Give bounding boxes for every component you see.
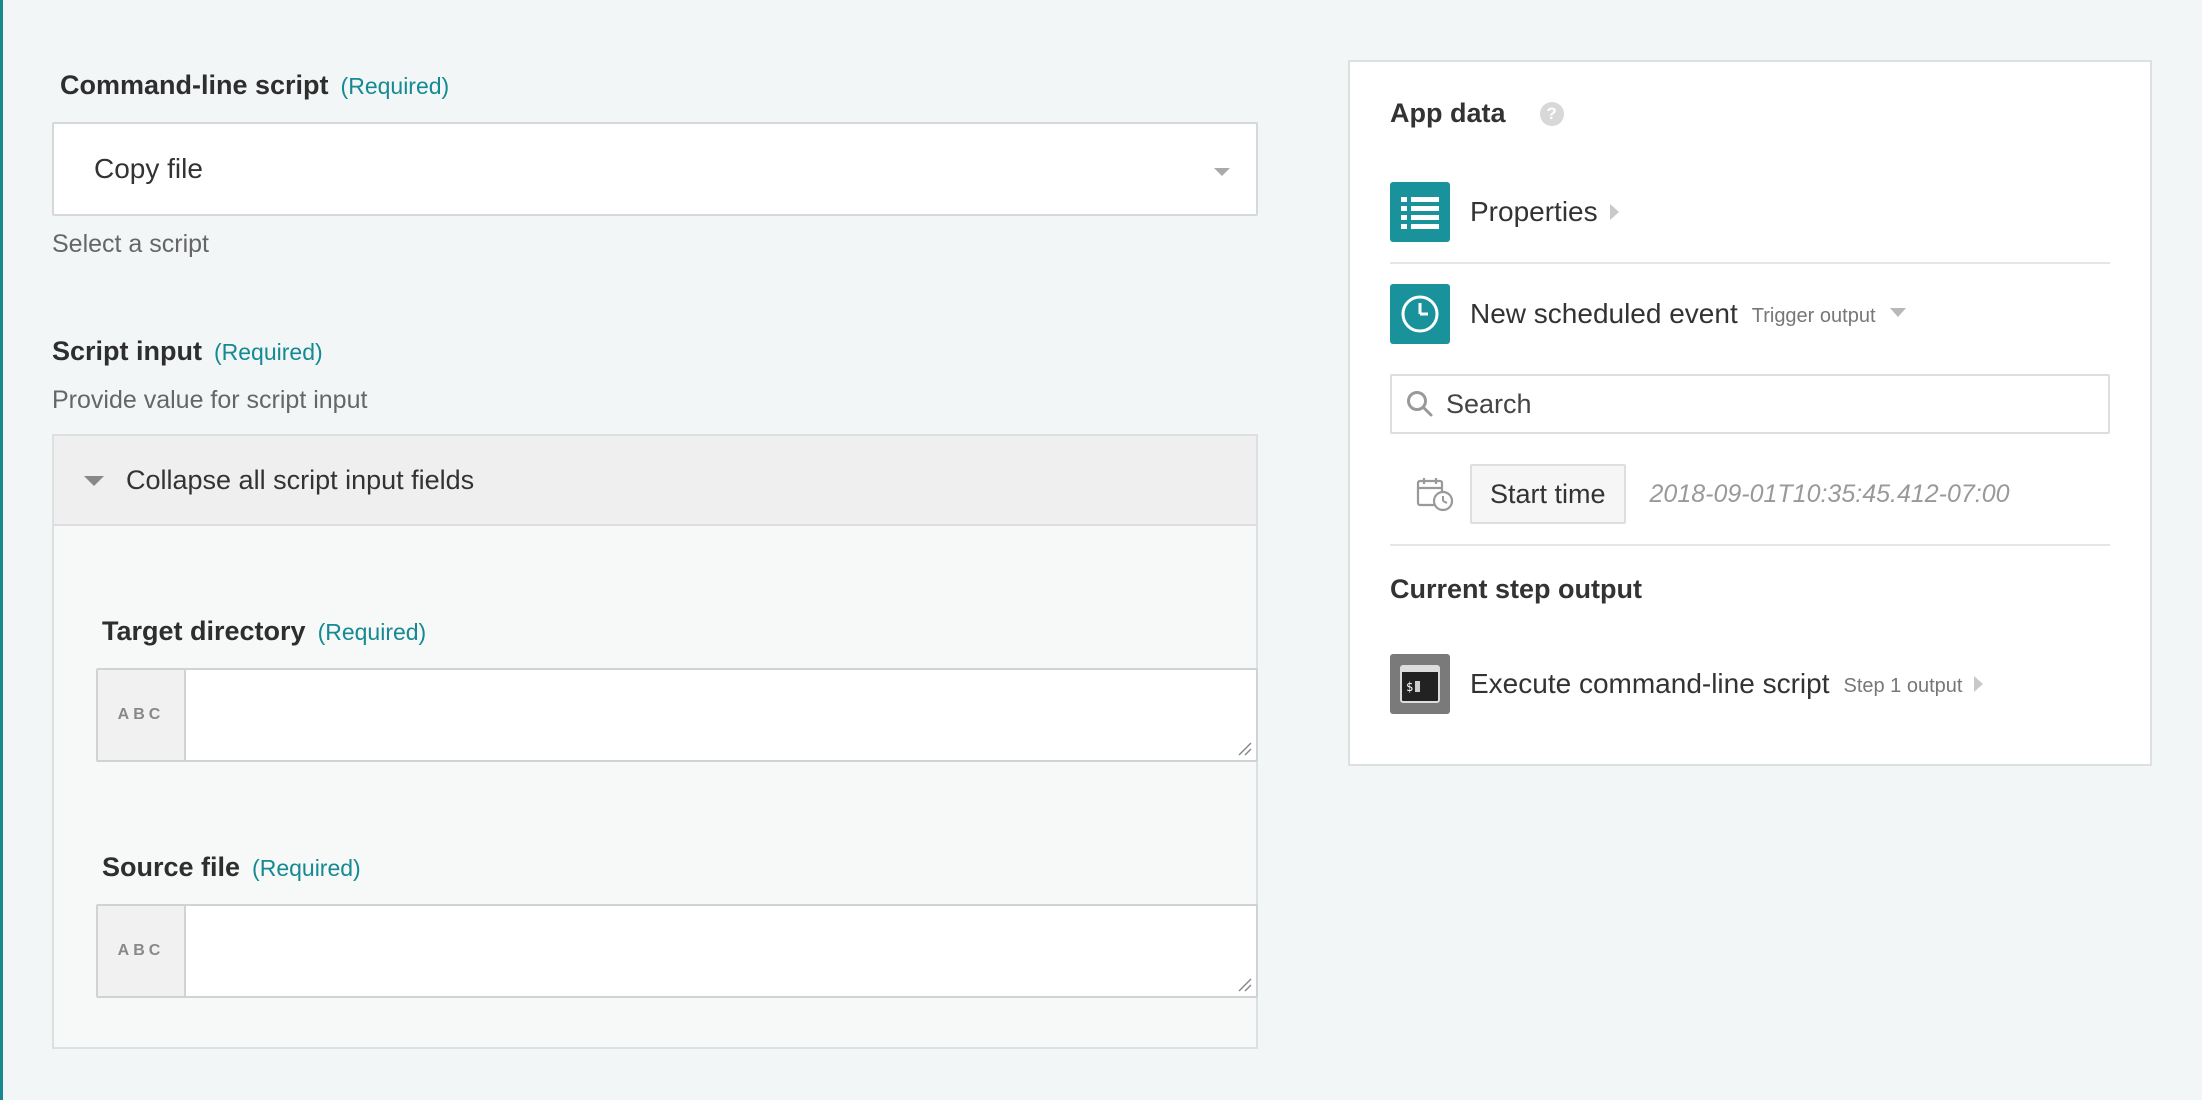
terminal-icon: $ bbox=[1390, 654, 1450, 714]
clock-icon bbox=[1390, 284, 1450, 344]
search-icon bbox=[1407, 391, 1433, 417]
chevron-down-icon bbox=[84, 476, 104, 486]
divider bbox=[1390, 544, 2110, 546]
source-file-input[interactable] bbox=[186, 906, 1256, 996]
script-input-help-text: Provide value for script input bbox=[52, 386, 368, 414]
resize-handle-icon[interactable] bbox=[1236, 740, 1252, 756]
source-file-label: Source file (Required) bbox=[102, 852, 361, 883]
source-file-label-text: Source file bbox=[102, 852, 241, 882]
help-icon[interactable]: ? bbox=[1539, 101, 1564, 126]
source-file-field: ABC bbox=[96, 904, 1258, 998]
terminal-prompt: $ bbox=[1406, 680, 1413, 694]
start-time-value: 2018-09-01T10:35:45.412-07:00 bbox=[1649, 479, 2010, 508]
trigger-label: New scheduled event bbox=[1470, 298, 1738, 329]
chevron-down-icon bbox=[1214, 168, 1230, 176]
trigger-sub-label: Trigger output bbox=[1751, 304, 1876, 327]
command-line-script-label: Command-line script (Required) bbox=[60, 70, 449, 101]
target-directory-label-text: Target directory bbox=[102, 616, 306, 646]
app-data-search[interactable]: Search bbox=[1390, 374, 2110, 434]
command-line-script-label-text: Command-line script bbox=[60, 70, 329, 100]
text-type-badge: ABC bbox=[98, 906, 186, 996]
required-tag: (Required) bbox=[340, 73, 450, 99]
properties-item[interactable]: Properties bbox=[1390, 182, 1619, 242]
current-step-output-title: Current step output bbox=[1390, 574, 1642, 604]
chevron-down-icon bbox=[1889, 307, 1906, 317]
step-output-item[interactable]: $ Execute command-line script Step 1 out… bbox=[1390, 654, 1984, 714]
select-value: Copy file bbox=[94, 153, 203, 184]
target-directory-label: Target directory (Required) bbox=[102, 616, 426, 647]
properties-label: Properties bbox=[1470, 196, 1598, 227]
collapse-all-toggle[interactable]: Collapse all script input fields bbox=[54, 436, 1256, 526]
list-icon bbox=[1390, 182, 1450, 242]
collapse-all-label: Collapse all script input fields bbox=[126, 464, 475, 495]
command-line-script-select[interactable]: Copy file bbox=[52, 122, 1258, 216]
trigger-output-item[interactable]: New scheduled event Trigger output bbox=[1390, 284, 1906, 344]
target-directory-input[interactable] bbox=[186, 670, 1256, 760]
divider bbox=[1390, 262, 2110, 264]
app-data-title-text: App data bbox=[1390, 98, 1506, 128]
start-time-row: Start time 2018-09-01T10:35:45.412-07:00 bbox=[1416, 464, 2010, 524]
resize-handle-icon[interactable] bbox=[1236, 976, 1252, 992]
required-tag: (Required) bbox=[214, 339, 323, 365]
script-input-label: Script input (Required) bbox=[52, 336, 323, 367]
calendar-clock-icon bbox=[1416, 478, 1454, 512]
required-tag: (Required) bbox=[317, 619, 427, 645]
chevron-right-icon bbox=[1609, 204, 1619, 220]
target-directory-field: ABC bbox=[96, 668, 1258, 762]
script-input-label-text: Script input bbox=[52, 336, 202, 366]
text-type-badge: ABC bbox=[98, 670, 186, 760]
app-data-panel: App data ? Properties New scheduled even… bbox=[1348, 60, 2152, 766]
script-input-group: Collapse all script input fields Target … bbox=[52, 434, 1258, 1049]
search-placeholder: Search bbox=[1446, 388, 1532, 419]
select-help-text: Select a script bbox=[52, 230, 210, 258]
left-accent-bar bbox=[0, 0, 3, 1100]
required-tag: (Required) bbox=[252, 855, 361, 881]
step-output-sub-label: Step 1 output bbox=[1843, 674, 1963, 697]
app-data-title: App data ? bbox=[1390, 98, 1564, 129]
step-output-label: Execute command-line script bbox=[1470, 668, 1830, 699]
chevron-right-icon bbox=[1974, 676, 1984, 692]
start-time-chip[interactable]: Start time bbox=[1470, 464, 1626, 524]
